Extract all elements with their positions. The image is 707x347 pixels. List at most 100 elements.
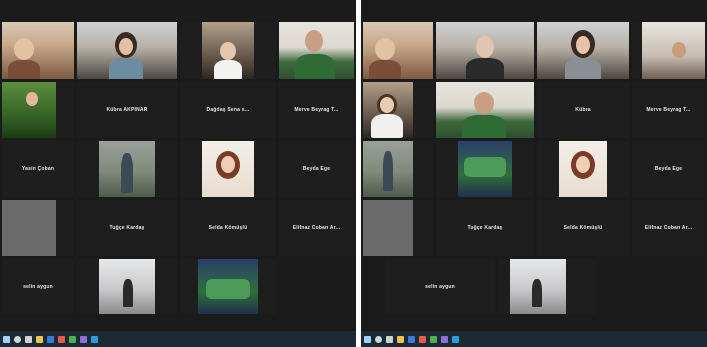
participant-body <box>383 151 393 191</box>
video-tile[interactable] <box>180 141 276 197</box>
meeting-window-right: Kübra Merve Beyrag T... Beyda Ege Tuğçe … <box>361 0 707 347</box>
video-tile[interactable]: Kübra AKPINAR <box>77 82 177 138</box>
video-grid: Kübra Merve Beyrag T... Beyda Ege Tuğçe … <box>361 0 707 331</box>
participant-body <box>8 60 40 79</box>
participant-video <box>2 200 56 256</box>
participant-name: Selda Kömüşlü <box>208 225 248 231</box>
windows-start-icon[interactable] <box>3 335 10 343</box>
video-tile[interactable]: selin aygun <box>2 259 74 314</box>
edge-icon[interactable] <box>408 335 415 343</box>
car-shape <box>464 157 506 177</box>
video-tile-active-speaker[interactable] <box>279 22 354 79</box>
video-tile[interactable] <box>363 200 433 256</box>
video-tile[interactable] <box>77 141 177 197</box>
participant-name: Tuğçe Kardaş <box>467 225 503 231</box>
participant-name: Beyda Ege <box>654 166 683 172</box>
participant-video <box>363 200 413 256</box>
video-tile[interactable]: Merve Beyrag T... <box>279 82 354 138</box>
video-tile[interactable] <box>180 259 276 314</box>
file-explorer-icon[interactable] <box>397 335 404 343</box>
video-tile[interactable] <box>2 22 74 79</box>
windows-taskbar <box>0 331 356 347</box>
store-icon[interactable] <box>430 335 437 343</box>
video-tile[interactable] <box>77 22 177 79</box>
zoom-icon[interactable] <box>91 335 98 343</box>
car-shape <box>206 279 250 299</box>
participant-name: selin aygun <box>425 283 455 290</box>
video-tile[interactable]: Kübra <box>537 82 629 138</box>
edge-icon[interactable] <box>47 335 54 343</box>
app-icon[interactable] <box>441 335 448 343</box>
video-tile[interactable]: Elifnaz Coban Ar... <box>279 200 354 256</box>
video-tile[interactable]: Selda Kömüşlü <box>537 200 629 256</box>
video-tile[interactable]: Yasin Çoban <box>2 141 74 197</box>
mail-icon[interactable] <box>419 335 426 343</box>
windows-taskbar <box>361 331 707 347</box>
video-tile[interactable] <box>498 259 596 314</box>
participant-face <box>119 38 133 55</box>
participant-body <box>214 60 242 79</box>
participant-face <box>474 92 494 114</box>
participant-body <box>462 115 506 138</box>
participant-body <box>369 60 401 79</box>
video-tile[interactable]: Beyda Ege <box>279 141 354 197</box>
participant-video <box>2 82 56 138</box>
participant-name: Beyda Ege <box>302 166 331 172</box>
participant-body <box>532 279 542 307</box>
video-tile[interactable]: Selda Kömüşlü <box>180 200 276 256</box>
participant-body <box>121 153 133 193</box>
video-tile[interactable]: Tuğçe Kardaş <box>77 200 177 256</box>
participant-name: Merve Beyrag T... <box>294 107 339 113</box>
participant-name: Selda Kömüşlü <box>563 225 603 231</box>
participant-body <box>295 54 335 79</box>
search-icon[interactable] <box>375 335 382 343</box>
mail-icon[interactable] <box>58 335 65 343</box>
video-tile[interactable] <box>2 82 74 138</box>
participant-face <box>380 97 394 113</box>
store-icon[interactable] <box>69 335 76 343</box>
participant-body <box>123 279 133 307</box>
participant-name: Elifnaz Coban Ar... <box>644 225 693 231</box>
participant-body <box>371 114 403 138</box>
video-tile[interactable]: selin aygun <box>385 259 495 314</box>
participant-face <box>26 92 38 106</box>
video-tile[interactable] <box>180 22 276 79</box>
task-view-icon[interactable] <box>25 335 32 343</box>
video-tile[interactable] <box>632 22 705 79</box>
participant-name: Kübra <box>575 107 591 113</box>
participant-face <box>375 38 395 60</box>
video-tile[interactable]: Elifnaz Coban Ar... <box>632 200 705 256</box>
video-tile[interactable] <box>363 82 433 138</box>
file-explorer-icon[interactable] <box>36 335 43 343</box>
video-tile[interactable] <box>363 141 433 197</box>
video-tile[interactable] <box>537 141 629 197</box>
video-tile[interactable]: Beyda Ege <box>632 141 705 197</box>
participant-name: Yasin Çoban <box>21 166 55 172</box>
video-grid: Kübra AKPINAR Dağdaş Sena s... Merve Bey… <box>0 0 356 331</box>
participant-face <box>221 156 235 173</box>
video-tile[interactable]: Merve Beyrag T... <box>632 82 705 138</box>
participant-face <box>476 36 494 58</box>
participant-name: Merve Beyrag T... <box>646 107 691 113</box>
video-tile[interactable] <box>363 22 433 79</box>
video-tile[interactable] <box>436 141 534 197</box>
task-view-icon[interactable] <box>386 335 393 343</box>
zoom-icon[interactable] <box>452 335 459 343</box>
video-tile[interactable] <box>77 259 177 314</box>
participant-face <box>305 30 323 52</box>
video-tile[interactable] <box>436 22 534 79</box>
video-tile-active-speaker[interactable] <box>436 82 534 138</box>
video-tile[interactable]: Tuğçe Kardaş <box>436 200 534 256</box>
participant-face <box>14 38 34 60</box>
video-tile[interactable] <box>2 200 74 256</box>
participant-face <box>576 156 590 173</box>
windows-start-icon[interactable] <box>364 335 371 343</box>
participant-name: Dağdaş Sena s... <box>206 107 250 113</box>
app-icon[interactable] <box>80 335 87 343</box>
meeting-window-left: Kübra AKPINAR Dağdaş Sena s... Merve Bey… <box>0 0 356 347</box>
video-tile[interactable]: Dağdaş Sena s... <box>180 82 276 138</box>
participant-name: selin aygun <box>23 283 53 290</box>
search-icon[interactable] <box>14 335 21 343</box>
video-tile[interactable] <box>537 22 629 79</box>
participant-body <box>466 58 504 79</box>
